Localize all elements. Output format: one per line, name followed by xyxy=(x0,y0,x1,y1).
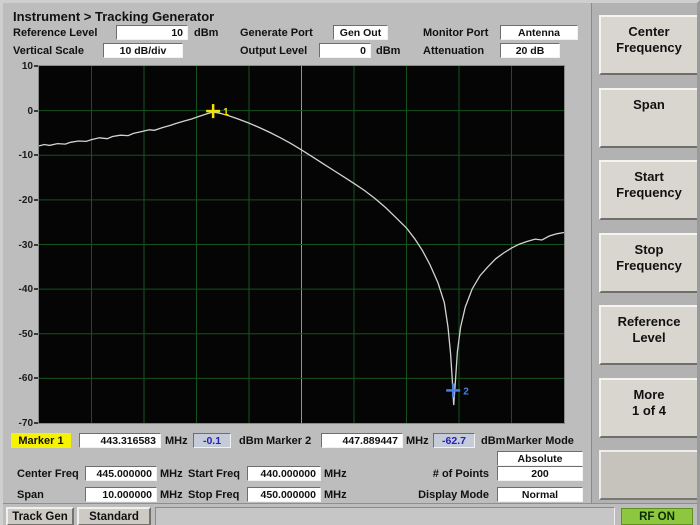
display-mode-field[interactable]: Normal xyxy=(497,487,583,502)
marker-mode-label: Marker Mode xyxy=(506,435,574,447)
monitor-port-field[interactable]: Antenna xyxy=(500,25,578,40)
y-axis-tick-label: -20 xyxy=(18,194,33,206)
status-tab-standard[interactable]: Standard xyxy=(77,507,151,525)
span-unit: MHz xyxy=(160,489,183,501)
softkey-span[interactable]: Span xyxy=(599,87,697,148)
vertical-scale-label: Vertical Scale xyxy=(13,45,84,57)
marker1-freq-unit: MHz xyxy=(165,435,188,447)
y-axis-tick-label: -60 xyxy=(18,373,33,385)
page-title: Instrument > Tracking Generator xyxy=(13,9,215,24)
num-points-field[interactable]: 200 xyxy=(497,466,583,481)
status-bar: Track Gen Standard RF ON xyxy=(3,503,697,525)
reference-level-field[interactable]: 10 xyxy=(116,25,188,40)
marker1-ampl-field: -0.1 xyxy=(193,433,231,448)
trace-plot-svg: 12 xyxy=(38,66,565,423)
stop-freq-label: Stop Freq xyxy=(188,489,240,501)
softkey-stop-frequency[interactable]: Stop Frequency xyxy=(599,232,697,293)
span-label: Span xyxy=(17,489,44,501)
y-axis-tick-label: 0 xyxy=(27,105,33,117)
center-freq-label: Center Freq xyxy=(17,468,79,480)
monitor-port-label: Monitor Port xyxy=(423,27,489,39)
num-points-label: # of Points xyxy=(432,468,489,480)
softkey-reference-level[interactable]: Reference Level xyxy=(599,305,697,365)
center-freq-field[interactable]: 445.000000 xyxy=(85,466,157,481)
vertical-scale-field[interactable]: 10 dB/div xyxy=(103,43,183,58)
generate-port-label: Generate Port xyxy=(240,27,313,39)
output-level-field[interactable]: 0 xyxy=(319,43,371,58)
y-axis-tick-label: -10 xyxy=(18,150,33,162)
softkey-blank-panel xyxy=(599,450,697,500)
start-freq-field[interactable]: 440.000000 xyxy=(247,466,321,481)
stop-freq-field[interactable]: 450.000000 xyxy=(247,487,321,502)
reference-level-unit: dBm xyxy=(194,27,219,39)
start-freq-label: Start Freq xyxy=(188,468,240,480)
softkey-more-1-of-4[interactable]: More 1 of 4 xyxy=(599,377,697,438)
attenuation-label: Attenuation xyxy=(423,45,485,57)
status-message-panel xyxy=(155,507,615,525)
marker1-freq-field[interactable]: 443.316583 xyxy=(79,433,161,448)
reference-level-label: Reference Level xyxy=(13,27,98,39)
softkey-center-frequency[interactable]: Center Frequency xyxy=(599,15,697,75)
output-level-label: Output Level xyxy=(240,45,308,57)
generate-port-field[interactable]: Gen Out xyxy=(333,25,388,40)
y-axis-tick-label: -50 xyxy=(18,328,33,340)
marker1-tag[interactable]: Marker 1 xyxy=(11,433,71,448)
instrument-screen: Instrument > Tracking Generator Referenc… xyxy=(0,0,700,525)
softkey-sidebar: Center Frequency Span Start Frequency Stop … xyxy=(591,3,697,503)
center-freq-unit: MHz xyxy=(160,468,183,480)
stop-freq-unit: MHz xyxy=(324,489,347,501)
softkey-start-frequency[interactable]: Start Frequency xyxy=(599,160,697,220)
svg-text:1: 1 xyxy=(223,107,229,118)
marker2-label[interactable]: Marker 2 xyxy=(266,435,311,447)
display-mode-label: Display Mode xyxy=(418,489,489,501)
marker1-ampl-unit: dBm xyxy=(239,435,264,447)
y-axis-tick-label: -30 xyxy=(18,239,33,251)
status-tab-track-gen[interactable]: Track Gen xyxy=(6,507,74,525)
start-freq-unit: MHz xyxy=(324,468,347,480)
marker2-freq-unit: MHz xyxy=(406,435,429,447)
y-axis-tick-label: -70 xyxy=(18,418,33,429)
marker2-ampl-field: -62.7 xyxy=(433,433,475,448)
attenuation-field[interactable]: 20 dB xyxy=(500,43,560,58)
y-axis-tick-label: 10 xyxy=(21,61,33,72)
rf-status-badge: RF ON xyxy=(621,508,693,525)
y-axis-tick-label: -40 xyxy=(18,284,33,296)
svg-text:2: 2 xyxy=(463,386,469,397)
marker-mode-field[interactable]: Absolute xyxy=(497,451,583,466)
span-field[interactable]: 10.000000 xyxy=(85,487,157,502)
trace-plot-area[interactable]: 12 xyxy=(38,65,565,424)
marker2-freq-field[interactable]: 447.889447 xyxy=(321,433,403,448)
output-level-unit: dBm xyxy=(376,45,401,57)
